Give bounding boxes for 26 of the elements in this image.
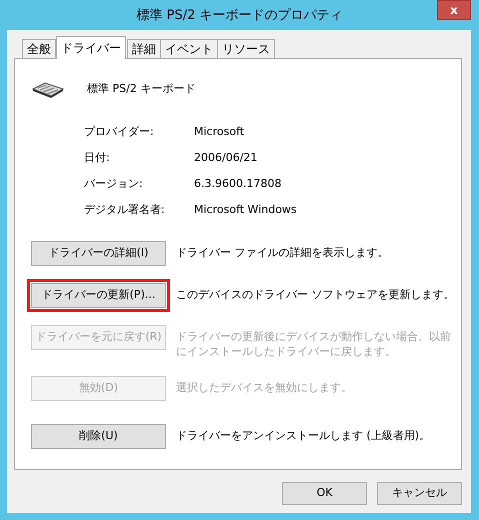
action-button[interactable]: ドライバーの詳細(I) — [31, 241, 166, 266]
action-description: 選択したデバイスを無効にします。 — [176, 380, 353, 395]
action-description: ドライバーをアンインストールします (上級者用)。 — [176, 428, 432, 443]
action-description: ドライバーの更新後にデバイスが動作しない場合、以前にインストールしたドライバーに戻します。 — [176, 329, 452, 359]
property-label: プロバイダー: — [84, 124, 155, 140]
action-description: このデバイスのドライバー ソフトウェアを更新します。 — [176, 287, 456, 302]
property-value: 2006/06/21 — [194, 150, 258, 166]
tab[interactable]: 詳細 — [127, 39, 161, 58]
dialog-button[interactable]: OK — [282, 482, 367, 505]
action-button[interactable]: ドライバーの更新(P)... — [31, 283, 166, 308]
action-description: ドライバー ファイルの詳細を表示します。 — [176, 245, 390, 260]
property-label: 日付: — [84, 150, 111, 166]
tab[interactable]: リソース — [217, 39, 275, 58]
property-value: Microsoft Windows — [194, 202, 298, 218]
tab[interactable]: イベント — [160, 39, 218, 58]
dialog-button[interactable]: キャンセル — [377, 482, 462, 505]
window-title: 標準 PS/2 キーボードのプロパティ — [136, 7, 342, 26]
property-value: 6.3.9600.17808 — [194, 176, 282, 192]
device-name: 標準 PS/2 キーボード — [87, 80, 196, 97]
tab[interactable]: 全般 — [22, 39, 56, 58]
action-button[interactable]: 削除(U) — [31, 424, 166, 449]
close-button[interactable]: x — [437, 0, 471, 20]
property-value: Microsoft — [194, 124, 246, 140]
property-label: バージョン: — [84, 176, 144, 192]
property-label: デジタル署名者: — [84, 202, 166, 218]
tab[interactable]: ドライバー — [56, 36, 126, 59]
